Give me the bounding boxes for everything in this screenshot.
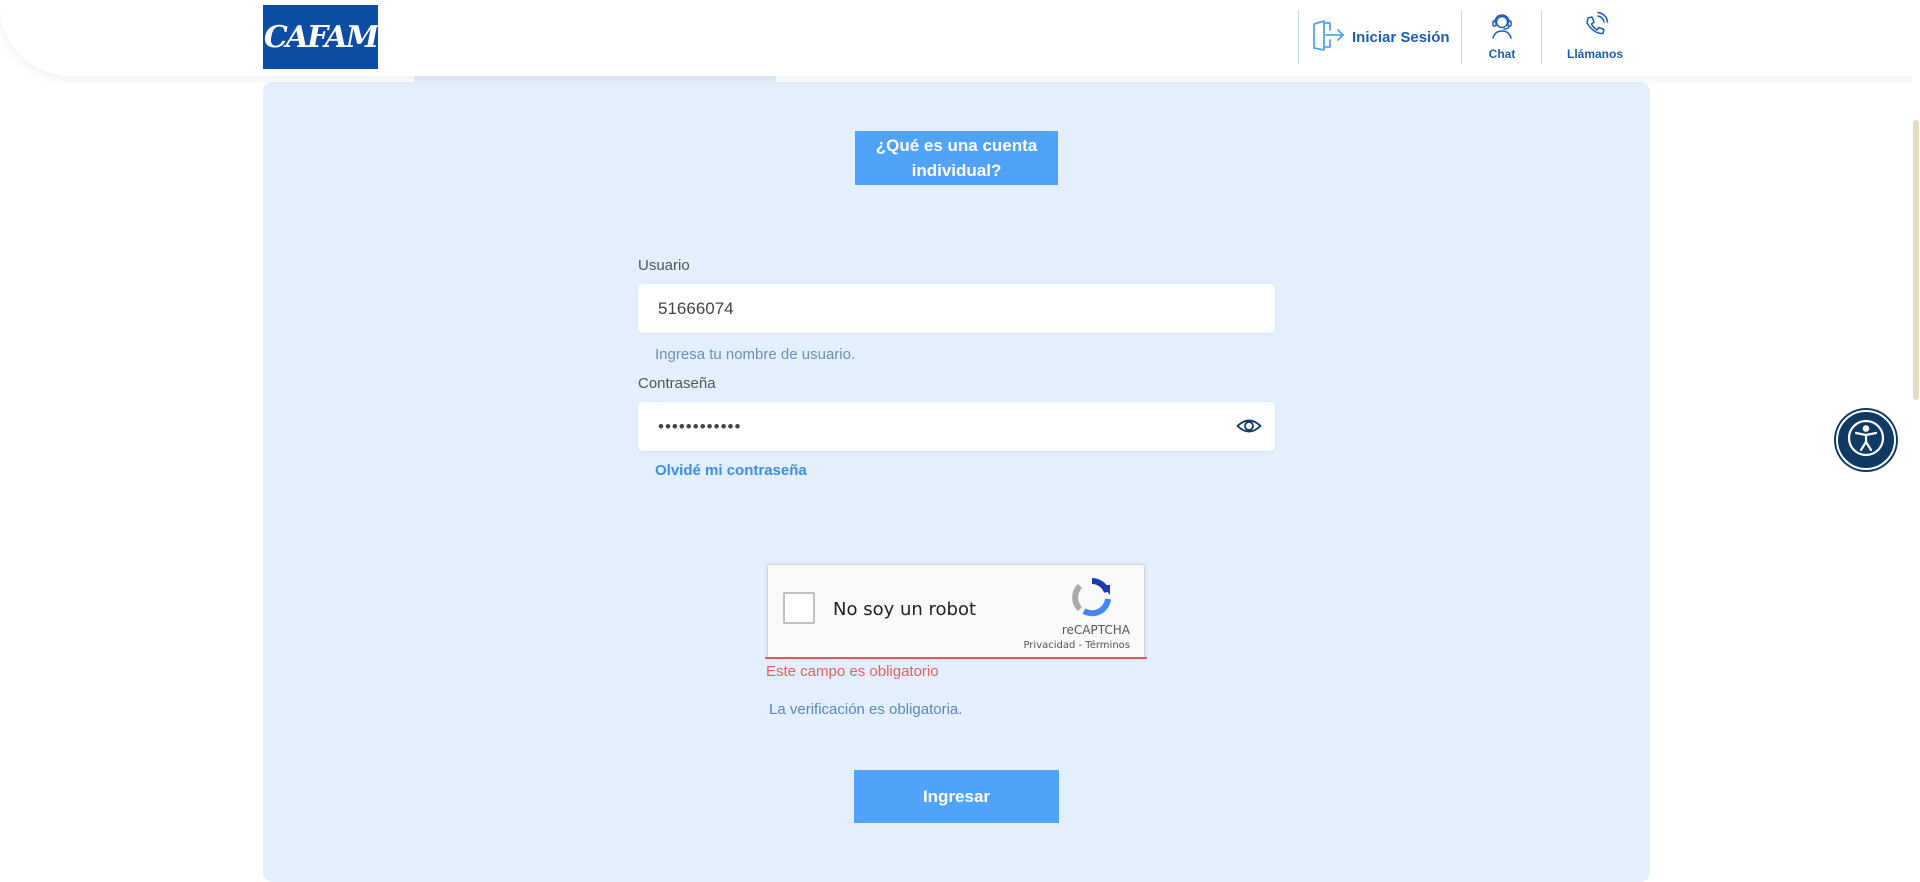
recaptcha-widget: No soy un robot reCAPTCHA Privacidad - T…	[767, 564, 1145, 659]
recaptcha-icon	[1072, 577, 1112, 622]
login-label: Iniciar Sesión	[1352, 28, 1450, 46]
phone-icon	[1580, 10, 1610, 45]
login-panel	[263, 82, 1650, 882]
chat-agent-icon	[1487, 10, 1517, 45]
recaptcha-checkbox[interactable]	[783, 592, 815, 624]
username-hint: Ingresa tu nombre de usuario.	[655, 346, 856, 363]
username-label: Usuario	[638, 257, 690, 274]
chat-label: Chat	[1488, 47, 1516, 61]
panel-tab-indicator	[414, 76, 776, 82]
call-label: Llámanos	[1566, 47, 1623, 61]
eye-icon[interactable]	[1236, 417, 1262, 440]
login-link[interactable]: Iniciar Sesión	[1310, 18, 1450, 56]
accessibility-icon	[1846, 418, 1886, 463]
logo-text: CAFAM	[263, 19, 379, 55]
captcha-error-message: Este campo es obligatorio	[766, 663, 939, 680]
cafam-logo[interactable]: CAFAM	[263, 5, 379, 69]
header-divider	[1298, 10, 1299, 64]
username-input[interactable]	[638, 284, 1275, 333]
recaptcha-brand: reCAPTCHA	[1061, 623, 1130, 637]
chat-button[interactable]: Chat	[1462, 10, 1542, 64]
forgot-password-link[interactable]: Olvidé mi contraseña	[655, 462, 807, 479]
recaptcha-privacy-terms-links[interactable]: Privacidad - Términos	[1023, 640, 1130, 651]
accessibility-button[interactable]	[1836, 410, 1896, 470]
call-button[interactable]: Llámanos	[1555, 10, 1635, 64]
verification-note: La verificación es obligatoria.	[769, 701, 963, 718]
password-label: Contraseña	[638, 375, 716, 392]
submit-button[interactable]: Ingresar	[854, 770, 1059, 823]
individual-account-info-button[interactable]: ¿Qué es una cuenta individual?	[855, 131, 1058, 185]
recaptcha-checkbox-label: No soy un robot	[833, 599, 977, 620]
page-scrollbar-thumb[interactable]	[1913, 120, 1919, 400]
password-input[interactable]	[638, 402, 1275, 451]
login-door-icon	[1310, 17, 1346, 58]
captcha-error-underline	[765, 657, 1147, 659]
